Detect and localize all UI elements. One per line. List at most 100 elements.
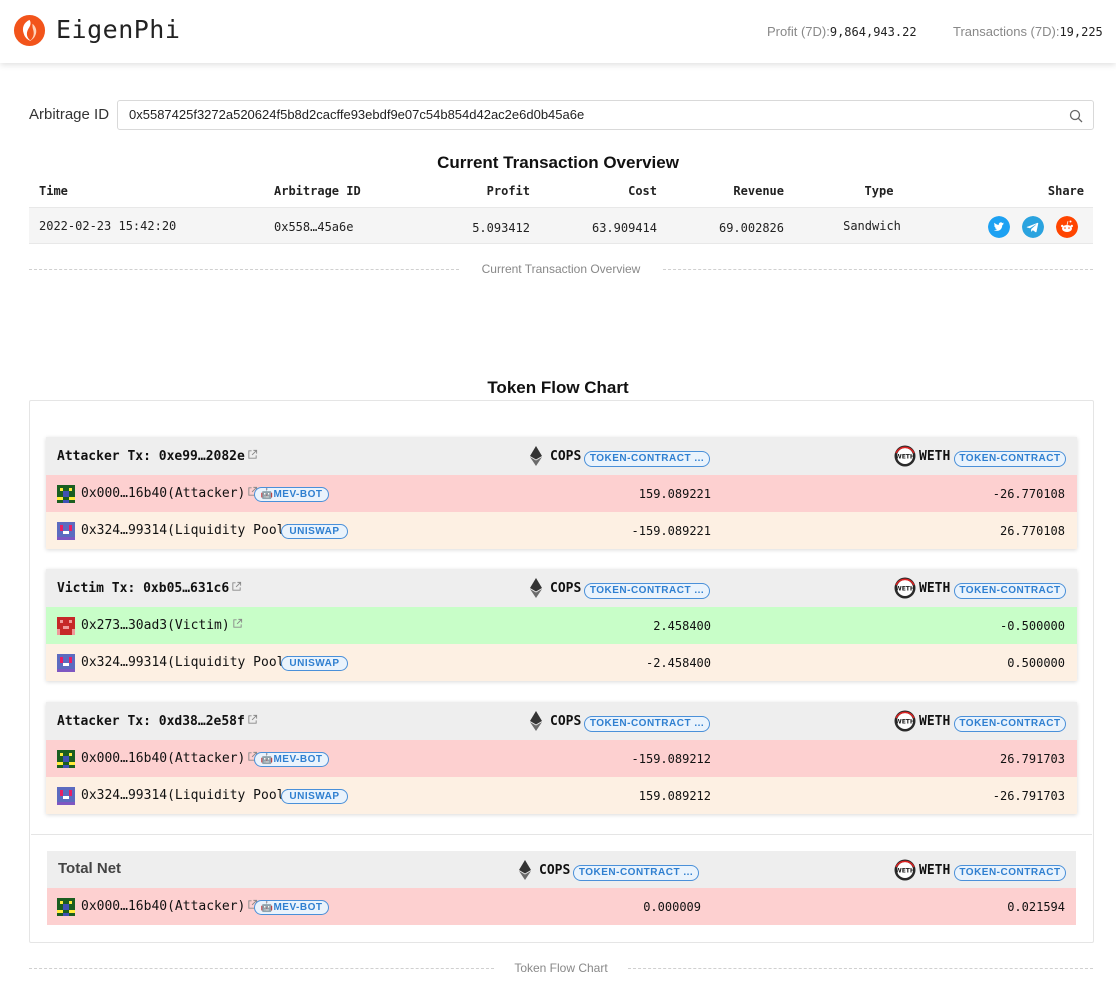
col-arbitrage-id: Arbitrage ID	[274, 184, 361, 198]
table-row: 2022-02-23 15:42:20 0x558…45a6e 5.093412…	[29, 208, 1093, 244]
token-flow-divider: Token Flow Chart	[29, 961, 1093, 975]
external-link-icon[interactable]	[247, 449, 258, 460]
weth-icon: WETH	[894, 577, 916, 599]
tx-card-2: Victim Tx: 0xb05…631c6 COPS TOKEN-CONTRA…	[46, 569, 1077, 681]
tx-card-title[interactable]: Victim Tx: 0xb05…631c6	[57, 581, 242, 596]
token-symbol: WETH	[919, 714, 951, 729]
brand-name[interactable]: EigenPhi	[56, 15, 180, 44]
table-row: 0x000…16b40(Attacker) 🤖MEV-BOT 159.08922…	[46, 475, 1077, 512]
address-link[interactable]: 0x324…99314(Liquidity Pool)	[81, 523, 292, 538]
telegram-icon[interactable]	[1022, 216, 1044, 238]
overview-table-header: Time Arbitrage ID Profit Cost Revenue Ty…	[29, 178, 1093, 208]
weth-amount: 26.770108	[999, 524, 1065, 538]
external-link-icon[interactable]	[247, 714, 258, 725]
ethereum-icon	[530, 578, 542, 598]
address-link[interactable]: 0x273…30ad3(Victim)	[81, 618, 243, 633]
token-contract-tag[interactable]: TOKEN-CONTRACT ...	[584, 716, 710, 732]
pool-avatar-icon	[57, 522, 75, 540]
svg-text:WETH: WETH	[895, 868, 915, 875]
tx-card-title[interactable]: Attacker Tx: 0xe99…2082e	[57, 449, 258, 464]
row-arbitrage-id[interactable]: 0x558…45a6e	[274, 220, 353, 234]
token-symbol: COPS	[550, 581, 582, 596]
col-revenue: Revenue	[733, 184, 784, 198]
reddit-icon[interactable]	[1056, 216, 1078, 238]
svg-text:WETH: WETH	[895, 719, 915, 726]
cops-amount: 159.089212	[638, 789, 711, 803]
svg-text:WETH: WETH	[895, 454, 915, 461]
arbitrage-id-label: Arbitrage ID	[29, 106, 110, 123]
weth-amount: 26.791703	[999, 752, 1065, 766]
weth-amount: 0.021594	[1007, 900, 1065, 914]
address-text: 0x273…30ad3(Victim)	[81, 618, 230, 633]
row-profit: 5.093412	[472, 221, 530, 235]
pool-avatar-icon	[57, 654, 75, 672]
token-contract-tag[interactable]: TOKEN-CONTRACT	[954, 583, 1066, 599]
tx-card-header: Attacker Tx: 0xd38…2e58f COPS TOKEN-CONT…	[46, 702, 1077, 740]
attacker-avatar-icon	[57, 898, 75, 916]
token-contract-tag[interactable]: TOKEN-CONTRACT ...	[584, 451, 710, 467]
cops-amount: -159.089212	[631, 752, 711, 766]
arbitrage-id-input[interactable]	[129, 107, 1049, 122]
address-link[interactable]: 0x324…99314(Liquidity Pool)	[81, 655, 292, 670]
uniswap-tag[interactable]: UNISWAP	[281, 789, 348, 804]
table-row: 0x324…99314(Liquidity Pool) UNISWAP -2.4…	[46, 644, 1077, 681]
address-text: 0x000…16b40(Attacker)	[81, 899, 246, 914]
transactions-7d-value: 19,225	[1059, 25, 1103, 39]
overview-divider-text: Current Transaction Overview	[471, 262, 651, 276]
table-row: 0x324…99314(Liquidity Pool) UNISWAP -159…	[46, 512, 1077, 549]
token-contract-tag[interactable]: TOKEN-CONTRACT	[954, 451, 1066, 467]
total-net-header: Total Net COPS TOKEN-CONTRACT ... WETH W…	[47, 851, 1076, 888]
profit-7d-value: 9,864,943.22	[829, 25, 917, 39]
cops-amount: 0.000009	[643, 900, 701, 914]
table-row: 0x000…16b40(Attacker) 🤖MEV-BOT 0.000009 …	[47, 888, 1076, 925]
uniswap-tag[interactable]: UNISWAP	[281, 656, 348, 671]
token-symbol: COPS	[550, 714, 582, 729]
token-symbol: WETH	[919, 581, 951, 596]
row-cost: 63.909414	[591, 221, 657, 235]
external-link-icon[interactable]	[231, 581, 242, 592]
eigenphi-logo-icon[interactable]	[13, 14, 46, 47]
transactions-7d-stat: Transactions (7D):19,225	[953, 24, 1103, 39]
address-link[interactable]: 0x000…16b40(Attacker)	[81, 899, 258, 914]
token-contract-tag[interactable]: TOKEN-CONTRACT ...	[573, 865, 699, 881]
mev-bot-tag[interactable]: 🤖MEV-BOT	[254, 487, 329, 502]
mev-bot-tag[interactable]: 🤖MEV-BOT	[254, 752, 329, 767]
col-type: Type	[864, 184, 894, 198]
row-type: Sandwich	[843, 219, 901, 233]
weth-amount: -0.500000	[999, 619, 1065, 633]
token-contract-tag[interactable]: TOKEN-CONTRACT ...	[584, 583, 710, 599]
token-symbol: WETH	[919, 863, 951, 878]
mev-bot-tag[interactable]: 🤖MEV-BOT	[254, 900, 329, 915]
address-text: 0x000…16b40(Attacker)	[81, 486, 246, 501]
attacker-avatar-icon	[57, 485, 75, 503]
twitter-icon[interactable]	[988, 216, 1010, 238]
row-time: 2022-02-23 15:42:20	[39, 219, 177, 233]
ethereum-icon	[530, 446, 542, 466]
uniswap-tag[interactable]: UNISWAP	[281, 524, 348, 539]
cops-amount: 159.089221	[638, 487, 711, 501]
col-share: Share	[1047, 184, 1084, 198]
tx-card-1: Attacker Tx: 0xe99…2082e COPS TOKEN-CONT…	[46, 437, 1077, 549]
address-link[interactable]: 0x000…16b40(Attacker)	[81, 751, 258, 766]
arbitrage-id-search[interactable]	[117, 100, 1094, 130]
token-symbol: COPS	[539, 863, 571, 878]
external-link-icon[interactable]	[232, 618, 243, 629]
tx-card-title[interactable]: Attacker Tx: 0xd38…2e58f	[57, 714, 258, 729]
attacker-avatar-icon	[57, 750, 75, 768]
col-cost: Cost	[628, 184, 657, 198]
weth-icon: WETH	[894, 710, 916, 732]
cops-amount: -159.089221	[631, 524, 711, 538]
pool-avatar-icon	[57, 787, 75, 805]
profit-7d-stat: Profit (7D):9,864,943.22	[767, 24, 917, 39]
token-contract-tag[interactable]: TOKEN-CONTRACT	[954, 865, 1066, 881]
token-contract-tag[interactable]: TOKEN-CONTRACT	[954, 716, 1066, 732]
token-symbol: COPS	[550, 449, 582, 464]
search-icon[interactable]	[1069, 109, 1083, 123]
address-text: 0x000…16b40(Attacker)	[81, 751, 246, 766]
address-link[interactable]: 0x324…99314(Liquidity Pool)	[81, 788, 292, 803]
tx-label-text: Attacker Tx: 0xd38…2e58f	[57, 714, 245, 729]
ethereum-icon	[519, 860, 531, 880]
cops-amount: 2.458400	[653, 619, 711, 633]
address-link[interactable]: 0x000…16b40(Attacker)	[81, 486, 258, 501]
tx-card-header: Attacker Tx: 0xe99…2082e COPS TOKEN-CONT…	[46, 437, 1077, 475]
